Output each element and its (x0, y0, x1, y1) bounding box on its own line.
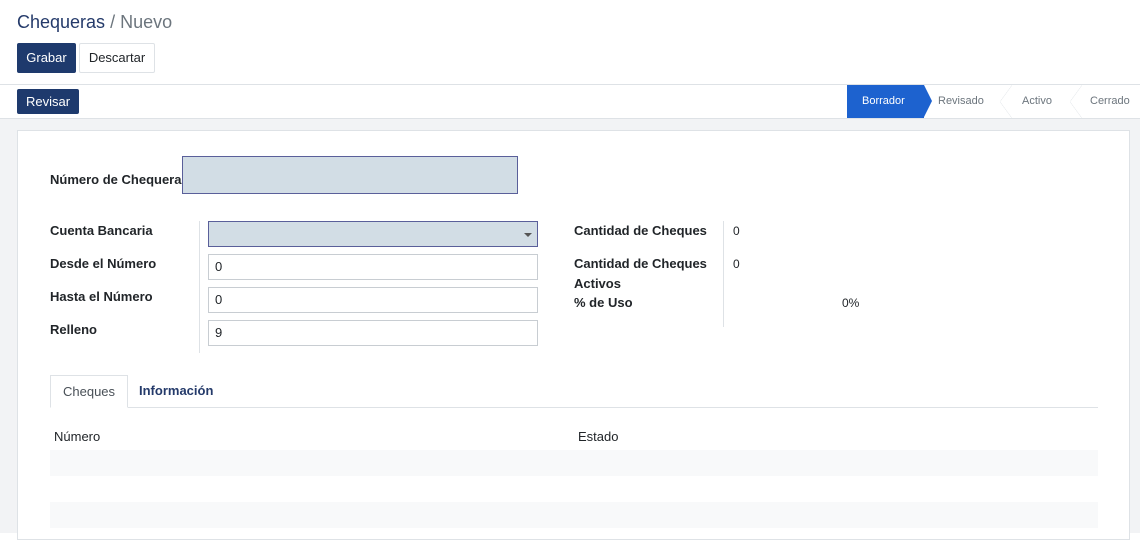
save-button[interactable]: Grabar (17, 43, 76, 73)
check-count-value: 0 (733, 224, 740, 238)
tab-cheques[interactable]: Cheques (50, 375, 129, 408)
active-check-count-label-line-1: Cantidad de Cheques (574, 256, 707, 271)
status-step-activo[interactable]: Activo (1000, 85, 1070, 118)
empty-table-row (50, 450, 1098, 476)
review-button[interactable]: Revisar (17, 89, 79, 114)
from-number-input[interactable]: 0 (208, 254, 538, 280)
breadcrumb-current: Nuevo (120, 12, 173, 32)
status-step-revisado[interactable]: Revisado (924, 85, 1000, 118)
padding-label: Relleno (50, 322, 97, 337)
checkbook-number-input[interactable] (182, 156, 518, 194)
status-step-cerrado[interactable]: Cerrado (1070, 85, 1140, 118)
checkbook-number-label: Número de Chequera (50, 172, 182, 187)
active-check-count-label-line-2: Activos (574, 276, 621, 291)
status-steps: Borrador Revisado Activo Cerrado (847, 85, 1140, 118)
check-count-label: Cantidad de Cheques (574, 223, 707, 238)
usage-value: 0% (842, 296, 860, 310)
status-step-borrador[interactable]: Borrador (847, 85, 932, 118)
bank-account-select[interactable] (208, 221, 538, 247)
bank-account-label: Cuenta Bancaria (50, 223, 153, 238)
usage-label: % de Uso (574, 295, 633, 310)
column-header-numero[interactable]: Número (54, 429, 100, 444)
to-number-label: Hasta el Número (50, 289, 153, 304)
control-panel: Chequeras / Nuevo Grabar Descartar (0, 0, 1140, 85)
empty-table-row (50, 502, 1098, 528)
notebook-tabs: Cheques Información (50, 375, 1098, 408)
status-bar: Revisar Borrador Revisado Activo Cerrado (0, 85, 1140, 119)
field-separator-right (723, 221, 724, 327)
to-number-input[interactable]: 0 (208, 287, 538, 313)
breadcrumb-parent-link[interactable]: Chequeras (17, 12, 105, 32)
field-separator-left (199, 221, 200, 353)
form-sheet: Número de Chequera Cuenta Bancaria Desde… (17, 130, 1130, 540)
chevron-down-icon (524, 233, 532, 237)
from-number-label: Desde el Número (50, 256, 157, 271)
padding-input[interactable]: 9 (208, 320, 538, 346)
column-header-estado[interactable]: Estado (578, 429, 618, 444)
tab-informacion[interactable]: Información (127, 375, 225, 408)
discard-button[interactable]: Descartar (79, 43, 155, 73)
content-area: Número de Chequera Cuenta Bancaria Desde… (0, 119, 1140, 540)
breadcrumb: Chequeras / Nuevo (17, 11, 172, 33)
active-check-count-value: 0 (733, 257, 740, 271)
breadcrumb-separator: / (110, 12, 116, 32)
